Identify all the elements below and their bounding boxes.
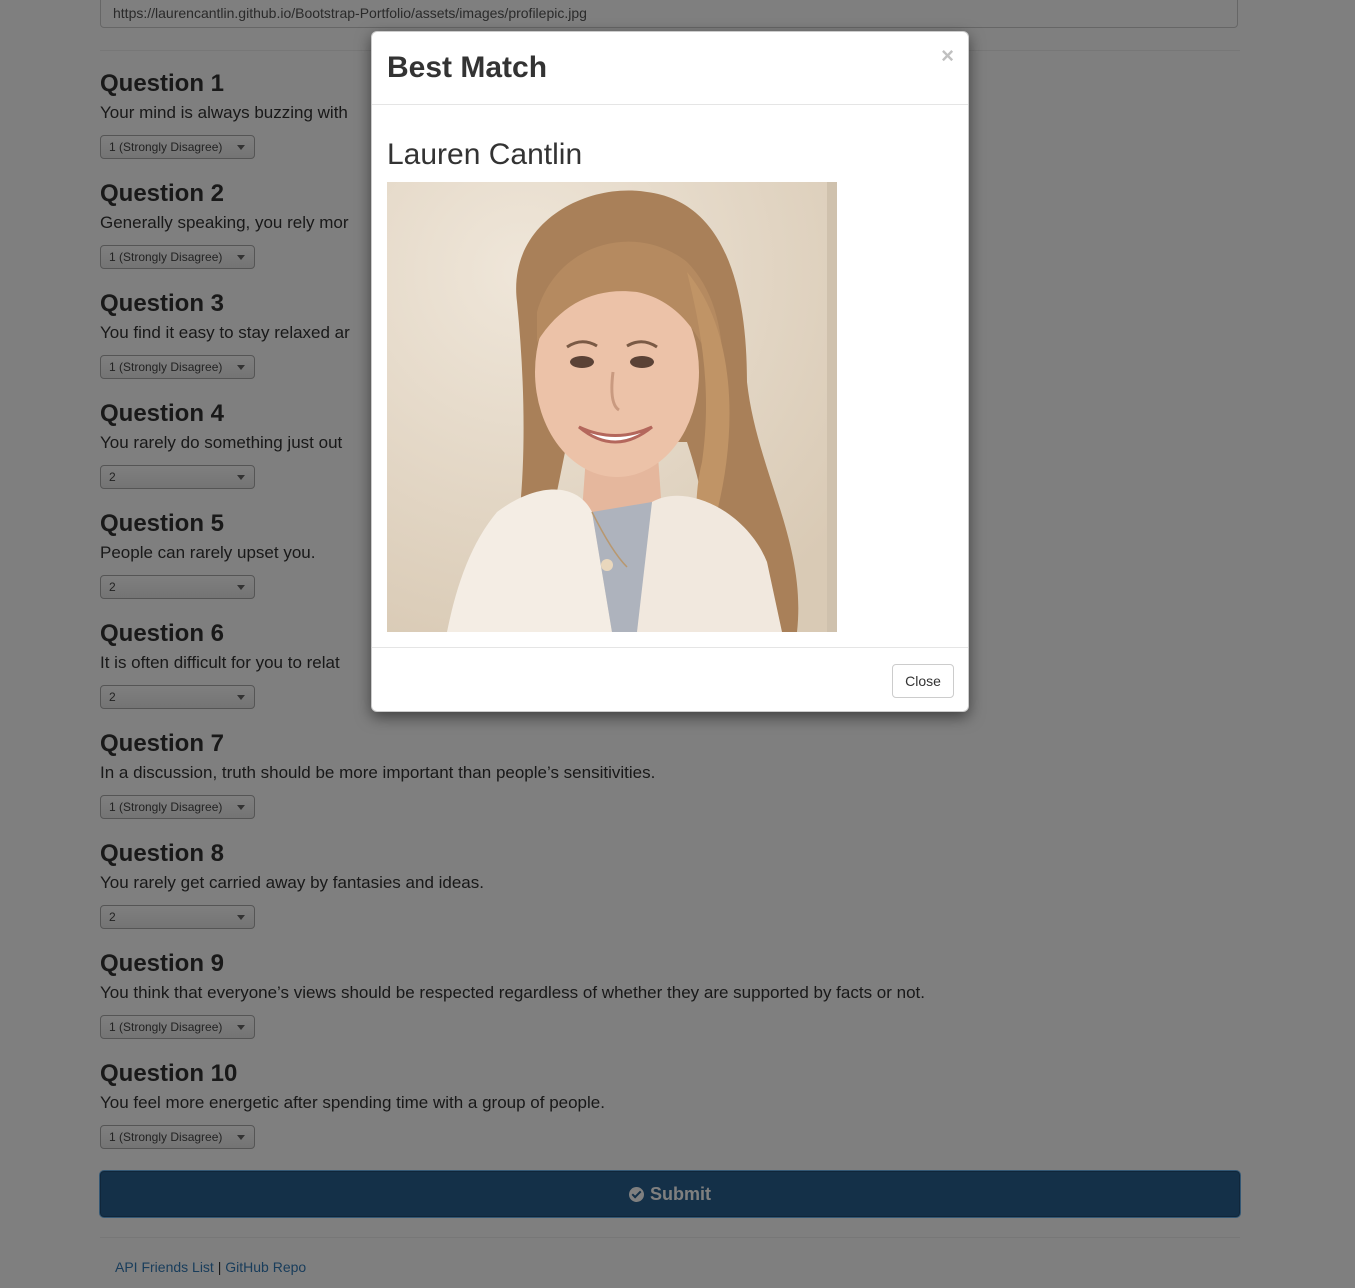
portrait-image	[387, 182, 837, 632]
close-icon[interactable]: ×	[941, 42, 954, 70]
modal-header: Best Match ×	[372, 32, 968, 105]
modal-footer: Close	[372, 647, 968, 712]
best-match-modal: Best Match × Lauren Cantlin Close	[371, 31, 969, 712]
modal-title: Best Match	[387, 51, 548, 84]
match-name: Lauren Cantlin	[387, 138, 583, 171]
close-button[interactable]: Close	[892, 664, 954, 698]
match-photo	[387, 182, 837, 632]
